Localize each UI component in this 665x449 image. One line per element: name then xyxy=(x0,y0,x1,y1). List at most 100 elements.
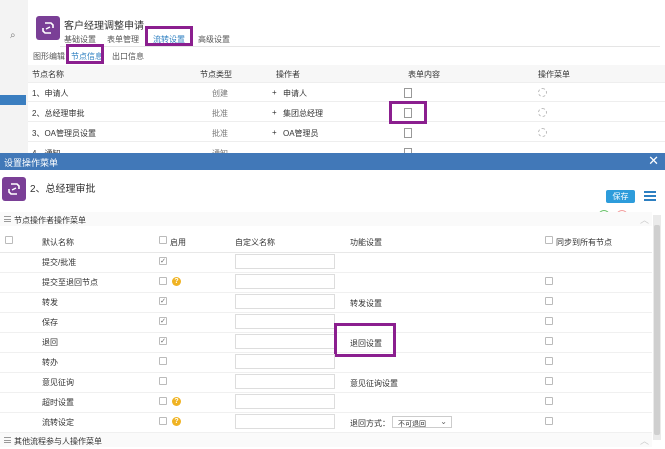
custom-name-input[interactable] xyxy=(235,254,335,269)
dialog-title: 设置操作菜单 xyxy=(4,158,59,168)
operation-menu-dialog: 设置操作菜单 ✕ 2、总经理审批 保存 + − 节点操作者操作菜单 ︿ 默认名称… xyxy=(0,153,665,449)
enable-checkbox[interactable]: ✓ xyxy=(159,317,167,325)
form-doc-icon[interactable] xyxy=(404,128,412,138)
table-row[interactable]: 3、OA管理员设置 批准 + OA管理员 xyxy=(28,124,665,142)
section-title: 其他流程参与人操作菜单 xyxy=(14,437,102,446)
dialog-header: 设置操作菜单 ✕ xyxy=(0,153,665,170)
node-name: 3、OA管理员设置 xyxy=(32,129,97,138)
enable-checkbox[interactable] xyxy=(159,277,167,285)
custom-name-input[interactable] xyxy=(235,414,335,429)
node-type: 创建 xyxy=(212,89,228,98)
menu-name: 超时设置 xyxy=(42,398,74,407)
help-icon[interactable]: ? xyxy=(172,397,181,406)
sync-checkbox[interactable] xyxy=(545,317,553,325)
custom-name-input[interactable] xyxy=(235,354,335,369)
tab-form-management[interactable]: 表单管理 xyxy=(107,34,139,45)
col-node-type: 节点类型 xyxy=(200,70,232,79)
enable-checkbox[interactable] xyxy=(159,357,167,365)
sync-checkbox[interactable] xyxy=(545,277,553,285)
divider xyxy=(60,46,660,47)
consult-settings-link[interactable]: 意见征询设置 xyxy=(350,378,398,389)
sync-checkbox[interactable] xyxy=(545,377,553,385)
table-row: 转发 ✓ 转发设置 xyxy=(0,292,652,313)
process-logo-icon xyxy=(36,16,60,40)
search-icon[interactable]: ⌕ xyxy=(10,30,16,41)
node-operator: OA管理员 xyxy=(283,129,319,138)
sync-checkbox[interactable] xyxy=(545,297,553,305)
gear-icon[interactable] xyxy=(538,108,547,117)
enable-checkbox[interactable]: ✓ xyxy=(159,337,167,345)
enable-all-checkbox[interactable] xyxy=(159,236,167,244)
table-row: 退回 ✓ 退回设置 xyxy=(0,332,652,353)
custom-name-input[interactable] xyxy=(235,314,335,329)
custom-name-input[interactable] xyxy=(235,374,335,389)
highlight-form-content xyxy=(389,101,427,124)
close-icon[interactable]: ✕ xyxy=(648,153,659,169)
sync-checkbox[interactable] xyxy=(545,417,553,425)
custom-name-input[interactable] xyxy=(235,294,335,309)
subtab-graphic-edit[interactable]: 图形编辑 xyxy=(33,51,65,62)
table-row[interactable]: 1、申请人 创建 + 申请人 xyxy=(28,84,665,102)
table-row[interactable]: 2、总经理审批 批准 + 集团总经理 xyxy=(28,104,665,122)
enable-checkbox[interactable] xyxy=(159,397,167,405)
add-icon[interactable]: + xyxy=(272,88,277,97)
menu-name: 意见征询 xyxy=(42,378,74,387)
col-operator: 操作者 xyxy=(276,70,300,79)
enable-checkbox[interactable]: ✓ xyxy=(159,257,167,265)
help-icon[interactable]: ? xyxy=(172,417,181,426)
enable-checkbox[interactable] xyxy=(159,377,167,385)
enable-checkbox[interactable] xyxy=(159,417,167,425)
section-title: 节点操作者操作菜单 xyxy=(14,216,86,225)
col-sync-all-nodes: 同步到所有节点 xyxy=(556,238,612,247)
tab-advanced-settings[interactable]: 高级设置 xyxy=(198,34,230,45)
chevron-up-icon[interactable]: ︿ xyxy=(640,434,649,447)
menu-name: 退回 xyxy=(42,338,58,347)
scrollbar-thumb[interactable] xyxy=(654,225,660,435)
node-type: 批准 xyxy=(212,129,228,138)
sync-checkbox[interactable] xyxy=(545,357,553,365)
help-icon[interactable]: ? xyxy=(172,277,181,286)
sync-all-checkbox[interactable] xyxy=(545,236,553,244)
highlight-flow-settings xyxy=(145,26,193,46)
list-icon xyxy=(4,216,11,224)
menu-name: 保存 xyxy=(42,318,58,327)
table-row: 超时设置 ? xyxy=(0,392,652,413)
save-button[interactable]: 保存 xyxy=(606,190,635,203)
menu-name: 提交至退回节点 xyxy=(42,278,98,287)
list-icon xyxy=(4,437,11,445)
return-mode-select[interactable]: 不可退回 ⌄ xyxy=(392,416,452,428)
menu-name: 流转设定 xyxy=(42,418,74,427)
custom-name-input[interactable] xyxy=(235,394,335,409)
enable-checkbox[interactable]: ✓ xyxy=(159,297,167,305)
add-icon[interactable]: + xyxy=(272,108,277,117)
subtab-exit-info[interactable]: 出口信息 xyxy=(112,51,144,62)
node-operator: 集团总经理 xyxy=(283,109,323,118)
menu-icon[interactable] xyxy=(644,191,656,201)
sync-checkbox[interactable] xyxy=(545,337,553,345)
select-all-checkbox[interactable] xyxy=(5,236,13,244)
section-other-participants-menu: 其他流程参与人操作菜单 ︿ xyxy=(0,433,652,447)
table-row: 流转设定 ? 退回方式： 不可退回 ⌄ xyxy=(0,412,652,433)
table-row: 提交至退回节点 ? xyxy=(0,272,652,293)
custom-name-input[interactable] xyxy=(235,334,335,349)
menu-name: 提交/批准 xyxy=(42,258,77,267)
table-row: 意见征询 意见征询设置 xyxy=(0,372,652,393)
left-panel-selected-item[interactable] xyxy=(0,95,26,105)
col-custom-name: 自定义名称 xyxy=(235,238,275,247)
sync-checkbox[interactable] xyxy=(545,397,553,405)
gear-icon[interactable] xyxy=(538,128,547,137)
col-default-name: 默认名称 xyxy=(42,238,74,247)
return-mode-value: 不可退回 xyxy=(398,421,426,428)
custom-name-input[interactable] xyxy=(235,274,335,289)
highlight-node-info xyxy=(66,44,104,64)
form-doc-icon[interactable] xyxy=(404,88,412,98)
forward-settings-link[interactable]: 转发设置 xyxy=(350,298,382,309)
node-logo-icon xyxy=(2,177,26,201)
table-row: 保存 ✓ xyxy=(0,312,652,333)
gear-icon[interactable] xyxy=(538,88,547,97)
menu-name: 转办 xyxy=(42,358,58,367)
menu-name: 转发 xyxy=(42,298,58,307)
chevron-up-icon[interactable]: ︿ xyxy=(640,213,649,226)
add-icon[interactable]: + xyxy=(272,128,277,137)
node-type: 批准 xyxy=(212,109,228,118)
